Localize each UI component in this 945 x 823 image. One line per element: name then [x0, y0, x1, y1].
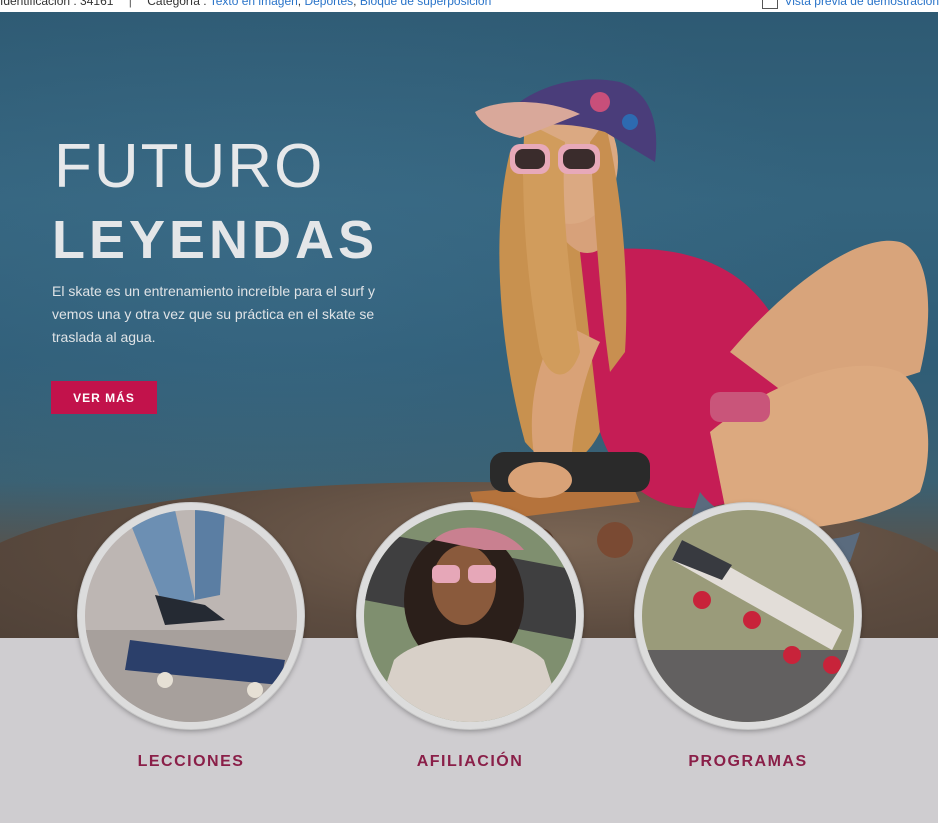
ver-mas-button[interactable]: VER MÁS	[51, 381, 157, 414]
card-label-afiliacion[interactable]: AFILIACIÓN	[357, 753, 583, 771]
category-prefix: Categoría :	[147, 0, 207, 8]
separator: |	[128, 0, 132, 8]
card-label-lecciones[interactable]: LECCIONES	[78, 753, 304, 771]
category-link-texto[interactable]: Texto en imagen	[210, 0, 298, 8]
meta-bar: Identificación : 34161 | Categoría : Tex…	[0, 0, 945, 12]
category-link-deportes[interactable]: Deportes	[304, 0, 353, 8]
programas-image[interactable]	[635, 503, 861, 729]
id-text: Identificación : 34161	[0, 0, 114, 8]
card-programas[interactable]: PROGRAMAS	[635, 503, 861, 770]
hero-title-line1: FUTURO	[54, 132, 325, 201]
hero-description: El skate es un entrenamiento increíble p…	[52, 283, 375, 345]
preview-icon	[762, 0, 779, 9]
afiliacion-image[interactable]	[357, 503, 583, 729]
preview-link[interactable]: Vista previa de demostración	[762, 0, 939, 9]
category-link-bloque[interactable]: Bloque de superposición	[360, 0, 491, 8]
lecciones-image[interactable]	[78, 503, 304, 729]
hero-title-line2: LEYENDAS	[52, 210, 379, 270]
card-lecciones[interactable]: LECCIONES	[78, 503, 304, 770]
preview-label: Vista previa de demostración	[784, 0, 939, 8]
card-label-programas[interactable]: PROGRAMAS	[635, 753, 861, 771]
card-afiliacion[interactable]: AFILIACIÓN	[357, 503, 583, 770]
page-edge	[938, 12, 945, 823]
